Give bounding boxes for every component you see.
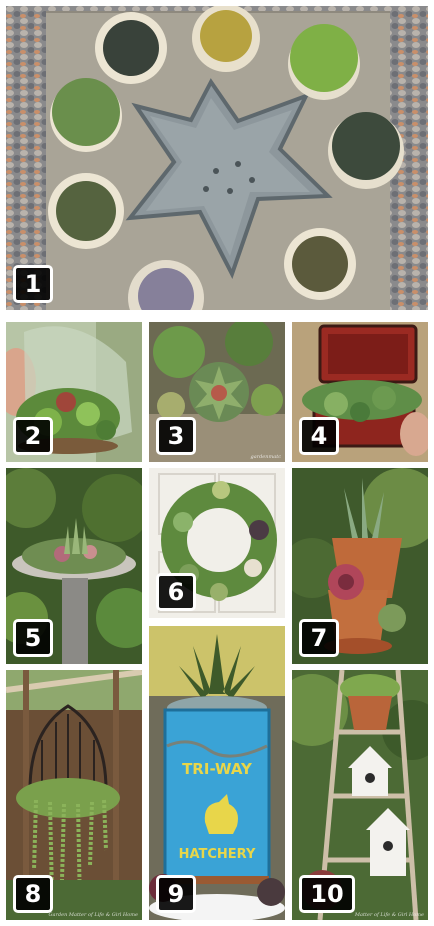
photo-3-log-succulents: 3 gardenmatc [149,322,285,462]
photo-number-badge: 7 [299,619,339,657]
photo-number-badge: 10 [299,875,355,913]
photo-credit: Garden Matter of Life & Girl Home [48,912,138,918]
photo-1-star-planter: 1 [6,6,428,310]
photo-number-badge: 2 [13,417,53,455]
photo-8-birdcage: 8 Garden Matter of Life & Girl Home [6,670,142,920]
can-text-top: TRI-WAY [182,760,253,778]
photo-credit: Matter of Life & Girl Home [354,912,424,918]
photo-4-red-chest: 4 [292,322,428,462]
photo-number-badge: 4 [299,417,339,455]
photo-6-wreath: 6 [149,468,285,618]
can-text-bottom: HATCHERY [179,847,256,862]
watermark-text: gardenmatc [250,454,281,460]
photo-number-badge: 3 [156,417,196,455]
photo-7-terracotta-pots: 7 [292,468,428,664]
photo-number-badge: 6 [156,573,196,611]
photo-number-badge: 1 [13,265,53,303]
photo-number-badge: 9 [156,875,196,913]
photo-2-terrarium: 2 [6,322,142,462]
photo-9-blue-can: TRI-WAY HATCHERY 9 [149,626,285,920]
photo-number-badge: 5 [13,619,53,657]
photo-number-badge: 8 [13,875,53,913]
photo-10-ladder-birdhouses: 10 Matter of Life & Girl Home [292,670,428,920]
photo-5-birdbath: 5 [6,468,142,664]
